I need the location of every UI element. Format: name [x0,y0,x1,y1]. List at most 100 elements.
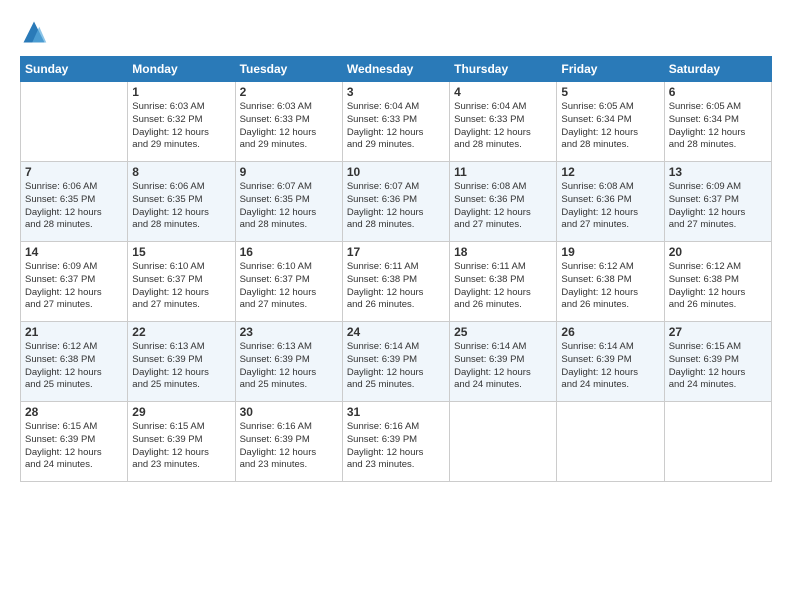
calendar-header-tuesday: Tuesday [235,57,342,82]
day-info: Sunrise: 6:16 AM Sunset: 6:39 PM Dayligh… [240,421,338,472]
day-number: 6 [669,85,767,99]
day-number: 29 [132,405,230,419]
calendar-cell: 27 Sunrise: 6:15 AM Sunset: 6:39 PM Dayli… [664,322,771,402]
day-number: 18 [454,245,552,259]
day-info: Sunrise: 6:08 AM Sunset: 6:36 PM Dayligh… [454,181,552,232]
header [20,18,772,46]
day-number: 30 [240,405,338,419]
day-info: Sunrise: 6:03 AM Sunset: 6:33 PM Dayligh… [240,101,338,152]
day-number: 31 [347,405,445,419]
calendar-cell: 25 Sunrise: 6:14 AM Sunset: 6:39 PM Dayli… [450,322,557,402]
day-info: Sunrise: 6:06 AM Sunset: 6:35 PM Dayligh… [25,181,123,232]
calendar-table: SundayMondayTuesdayWednesdayThursdayFrid… [20,56,772,482]
day-info: Sunrise: 6:06 AM Sunset: 6:35 PM Dayligh… [132,181,230,232]
day-number: 19 [561,245,659,259]
day-number: 13 [669,165,767,179]
calendar-header-wednesday: Wednesday [342,57,449,82]
day-number: 2 [240,85,338,99]
day-number: 12 [561,165,659,179]
calendar-cell: 13 Sunrise: 6:09 AM Sunset: 6:37 PM Dayli… [664,162,771,242]
day-number: 27 [669,325,767,339]
calendar-cell: 2 Sunrise: 6:03 AM Sunset: 6:33 PM Daylig… [235,82,342,162]
day-number: 1 [132,85,230,99]
day-number: 23 [240,325,338,339]
calendar-cell: 4 Sunrise: 6:04 AM Sunset: 6:33 PM Daylig… [450,82,557,162]
day-info: Sunrise: 6:05 AM Sunset: 6:34 PM Dayligh… [669,101,767,152]
day-number: 22 [132,325,230,339]
logo-icon [20,18,48,46]
calendar-cell: 24 Sunrise: 6:14 AM Sunset: 6:39 PM Dayli… [342,322,449,402]
day-number: 24 [347,325,445,339]
day-number: 4 [454,85,552,99]
day-number: 5 [561,85,659,99]
day-number: 20 [669,245,767,259]
calendar-week-row: 21 Sunrise: 6:12 AM Sunset: 6:38 PM Dayli… [21,322,772,402]
day-info: Sunrise: 6:05 AM Sunset: 6:34 PM Dayligh… [561,101,659,152]
day-info: Sunrise: 6:13 AM Sunset: 6:39 PM Dayligh… [132,341,230,392]
day-info: Sunrise: 6:04 AM Sunset: 6:33 PM Dayligh… [347,101,445,152]
day-info: Sunrise: 6:11 AM Sunset: 6:38 PM Dayligh… [347,261,445,312]
day-info: Sunrise: 6:10 AM Sunset: 6:37 PM Dayligh… [132,261,230,312]
calendar-cell: 16Sunrise: 6:10 AM Sunset: 6:37 PM Dayli… [235,242,342,322]
calendar-week-row: 28 Sunrise: 6:15 AM Sunset: 6:39 PM Dayli… [21,402,772,482]
calendar-cell: 1 Sunrise: 6:03 AM Sunset: 6:32 PM Daylig… [128,82,235,162]
day-info: Sunrise: 6:03 AM Sunset: 6:32 PM Dayligh… [132,101,230,152]
day-info: Sunrise: 6:15 AM Sunset: 6:39 PM Dayligh… [669,341,767,392]
day-info: Sunrise: 6:14 AM Sunset: 6:39 PM Dayligh… [561,341,659,392]
day-number: 8 [132,165,230,179]
day-number: 9 [240,165,338,179]
calendar-cell: 10 Sunrise: 6:07 AM Sunset: 6:36 PM Dayli… [342,162,449,242]
day-info: Sunrise: 6:12 AM Sunset: 6:38 PM Dayligh… [25,341,123,392]
day-info: Sunrise: 6:04 AM Sunset: 6:33 PM Dayligh… [454,101,552,152]
calendar-cell: 15 Sunrise: 6:10 AM Sunset: 6:37 PM Dayli… [128,242,235,322]
calendar-week-row: 14Sunrise: 6:09 AM Sunset: 6:37 PM Dayli… [21,242,772,322]
day-info: Sunrise: 6:11 AM Sunset: 6:38 PM Dayligh… [454,261,552,312]
calendar-cell: 29 Sunrise: 6:15 AM Sunset: 6:39 PM Dayli… [128,402,235,482]
calendar-cell: 9Sunrise: 6:07 AM Sunset: 6:35 PM Daylig… [235,162,342,242]
page: SundayMondayTuesdayWednesdayThursdayFrid… [0,0,792,492]
day-info: Sunrise: 6:16 AM Sunset: 6:39 PM Dayligh… [347,421,445,472]
calendar-cell: 30 Sunrise: 6:16 AM Sunset: 6:39 PM Dayli… [235,402,342,482]
calendar-cell: 14Sunrise: 6:09 AM Sunset: 6:37 PM Dayli… [21,242,128,322]
day-info: Sunrise: 6:12 AM Sunset: 6:38 PM Dayligh… [669,261,767,312]
calendar-week-row: 1 Sunrise: 6:03 AM Sunset: 6:32 PM Daylig… [21,82,772,162]
calendar-cell: 23 Sunrise: 6:13 AM Sunset: 6:39 PM Dayli… [235,322,342,402]
calendar-header-row: SundayMondayTuesdayWednesdayThursdayFrid… [21,57,772,82]
day-number: 15 [132,245,230,259]
day-info: Sunrise: 6:09 AM Sunset: 6:37 PM Dayligh… [669,181,767,232]
calendar-cell: 21 Sunrise: 6:12 AM Sunset: 6:38 PM Dayli… [21,322,128,402]
calendar-header-monday: Monday [128,57,235,82]
day-number: 7 [25,165,123,179]
calendar-cell: 19 Sunrise: 6:12 AM Sunset: 6:38 PM Dayli… [557,242,664,322]
calendar-cell: 26 Sunrise: 6:14 AM Sunset: 6:39 PM Dayli… [557,322,664,402]
calendar-header-thursday: Thursday [450,57,557,82]
day-number: 21 [25,325,123,339]
calendar-cell [664,402,771,482]
day-info: Sunrise: 6:10 AM Sunset: 6:37 PM Dayligh… [240,261,338,312]
day-info: Sunrise: 6:14 AM Sunset: 6:39 PM Dayligh… [454,341,552,392]
calendar-cell: 18 Sunrise: 6:11 AM Sunset: 6:38 PM Dayli… [450,242,557,322]
day-info: Sunrise: 6:08 AM Sunset: 6:36 PM Dayligh… [561,181,659,232]
calendar-cell: 12 Sunrise: 6:08 AM Sunset: 6:36 PM Dayli… [557,162,664,242]
day-number: 11 [454,165,552,179]
calendar-cell: 8 Sunrise: 6:06 AM Sunset: 6:35 PM Daylig… [128,162,235,242]
calendar-cell: 3 Sunrise: 6:04 AM Sunset: 6:33 PM Daylig… [342,82,449,162]
day-number: 25 [454,325,552,339]
calendar-cell: 7 Sunrise: 6:06 AM Sunset: 6:35 PM Daylig… [21,162,128,242]
day-info: Sunrise: 6:15 AM Sunset: 6:39 PM Dayligh… [132,421,230,472]
calendar-header-sunday: Sunday [21,57,128,82]
day-info: Sunrise: 6:07 AM Sunset: 6:36 PM Dayligh… [347,181,445,232]
calendar-cell: 20 Sunrise: 6:12 AM Sunset: 6:38 PM Dayli… [664,242,771,322]
day-number: 10 [347,165,445,179]
calendar-cell: 22 Sunrise: 6:13 AM Sunset: 6:39 PM Dayli… [128,322,235,402]
day-info: Sunrise: 6:14 AM Sunset: 6:39 PM Dayligh… [347,341,445,392]
day-number: 3 [347,85,445,99]
day-info: Sunrise: 6:15 AM Sunset: 6:39 PM Dayligh… [25,421,123,472]
day-number: 28 [25,405,123,419]
day-info: Sunrise: 6:13 AM Sunset: 6:39 PM Dayligh… [240,341,338,392]
day-number: 26 [561,325,659,339]
calendar-cell [21,82,128,162]
day-info: Sunrise: 6:12 AM Sunset: 6:38 PM Dayligh… [561,261,659,312]
calendar-cell: 5 Sunrise: 6:05 AM Sunset: 6:34 PM Daylig… [557,82,664,162]
calendar-cell: 6 Sunrise: 6:05 AM Sunset: 6:34 PM Daylig… [664,82,771,162]
